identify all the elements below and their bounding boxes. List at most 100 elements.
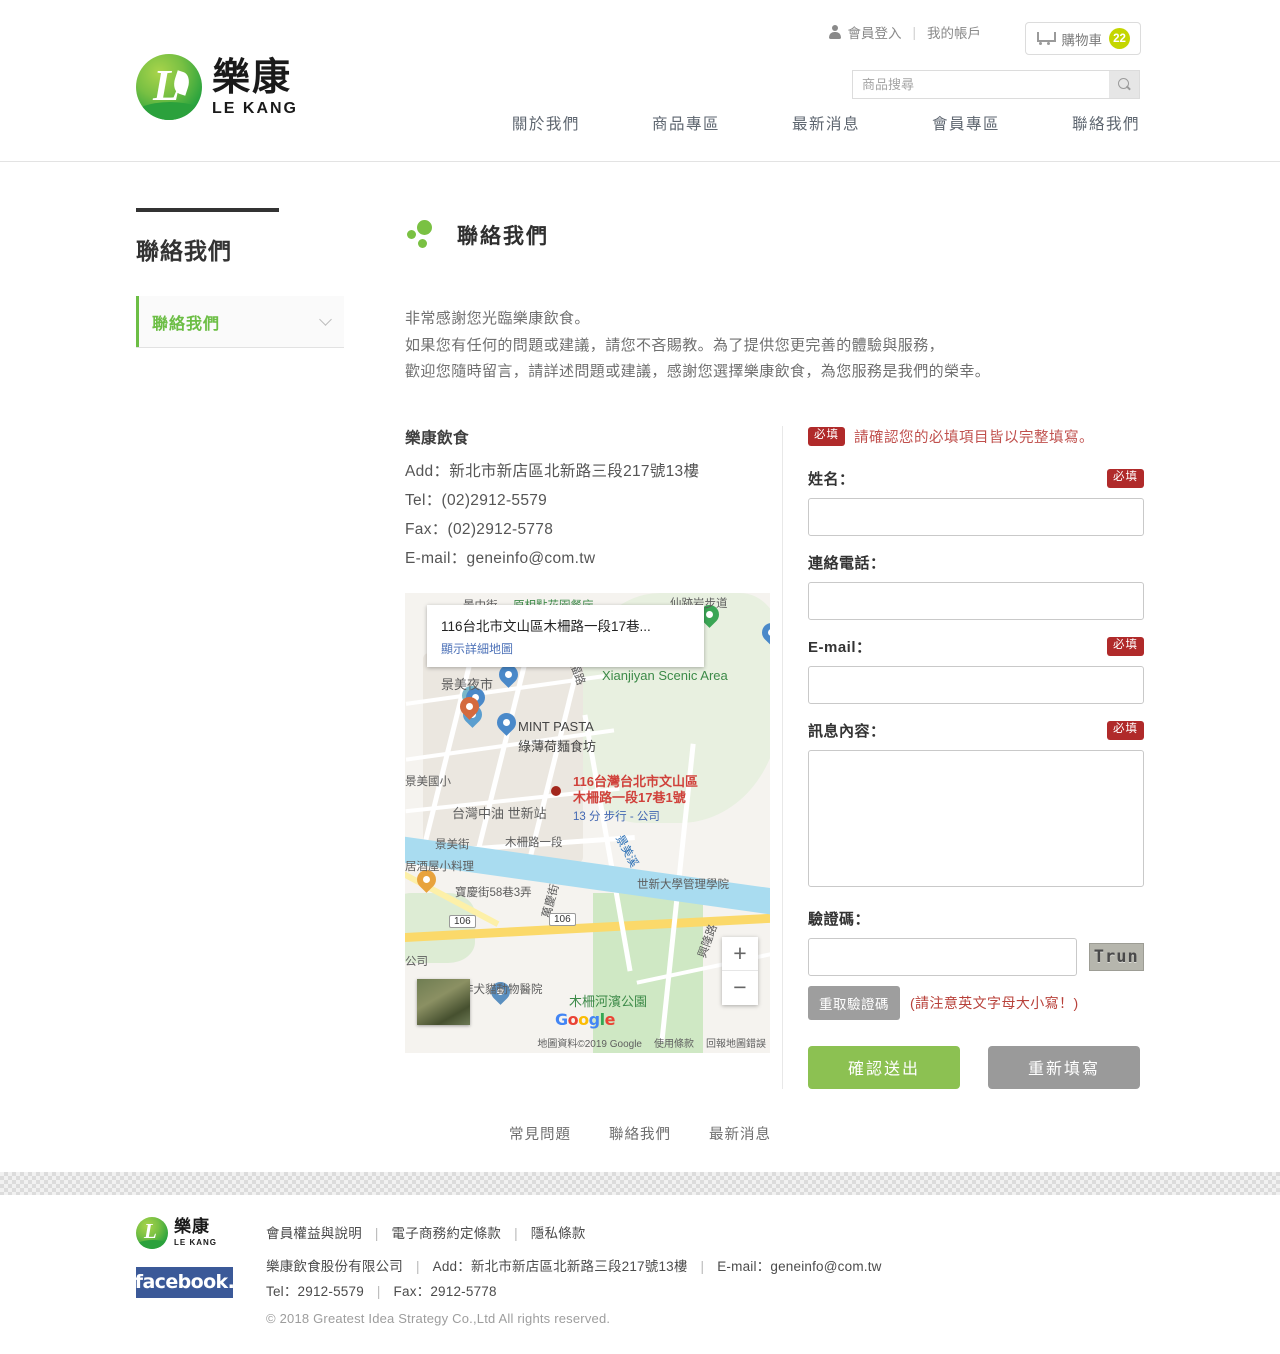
phone-input[interactable]	[808, 581, 1144, 620]
nav-item-contact[interactable]: 聯絡我們	[1072, 112, 1140, 134]
captcha-refresh-row: 重取驗證碼 (請注意英文字母大小寫！)	[808, 985, 1144, 1020]
required-badge: 必填	[808, 426, 845, 446]
company-name: 樂康飲食	[405, 429, 470, 447]
top-utility-links: 會員登入 | 我的帳戶	[828, 22, 981, 42]
captcha-input[interactable]	[808, 937, 1077, 976]
nav-item-member[interactable]: 會員專區	[932, 112, 1000, 134]
name-input[interactable]	[808, 497, 1144, 536]
company-address: Add：新北市新店區北新路三段217號13樓	[405, 462, 700, 480]
sidebar: 聯絡我們 聯絡我們	[136, 202, 344, 1089]
refresh-captcha-button[interactable]: 重取驗證碼	[808, 985, 900, 1020]
search-input[interactable]	[853, 71, 1109, 98]
map-show-detail-link[interactable]: 顯示詳細地圖	[441, 640, 692, 657]
footer-phone-row: Tel：2912-5579 | Fax：2912-5778	[266, 1279, 1144, 1304]
google-map[interactable]: 景中街 原相點花園餐庁 仙跡岩步道 Xianjiyan Scenic Area …	[405, 592, 770, 1053]
sublink-news[interactable]: 最新消息	[709, 1123, 771, 1144]
google-logo: Google	[555, 1009, 615, 1029]
footer-separator-2: |	[514, 1225, 518, 1241]
marker-walk-time: 13 分 步行 - 公司	[573, 810, 660, 823]
facebook-button[interactable]: facebook.	[135, 1266, 235, 1298]
map-zoom-in-button[interactable]: +	[722, 937, 758, 971]
person-icon	[828, 25, 841, 39]
main-content: 聯絡我們 非常感謝您光臨樂康飲食。 如果您有任何的問題或建議，請您不吝賜教。為了…	[344, 202, 1144, 1089]
captcha-hint: (請注意英文字母大小寫！)	[910, 994, 1079, 1011]
required-note-text: 請確認您的必填項目皆以完整填寫。	[854, 429, 1094, 446]
footer-company-name: 樂康飲食股份有限公司	[266, 1258, 403, 1274]
sidebar-rule	[136, 208, 279, 212]
form-buttons: 確認送出 重新填寫	[808, 1045, 1144, 1089]
site-logo[interactable]: L 樂康 LE KANG	[136, 54, 298, 120]
nav-item-products[interactable]: 商品專區	[652, 112, 720, 134]
footer-link-member-rights[interactable]: 會員權益與說明	[266, 1226, 362, 1241]
map-infobox[interactable]: 116台北市文山區木柵路一段17巷... 顯示詳細地圖	[427, 604, 704, 667]
footer-email: E-mail：geneinfo@com.tw	[717, 1258, 882, 1274]
footer-address: Add：新北市新店區北新路三段217號13樓	[432, 1258, 688, 1274]
footer-link-ecommerce-terms[interactable]: 電子商務約定條款	[392, 1226, 502, 1241]
intro-line-1: 非常感謝您光臨樂康飲食。	[405, 310, 590, 328]
required-badge-name: 必填	[1107, 469, 1144, 489]
company-info-column: 樂康飲食 Add：新北市新店區北新路三段217號13樓 Tel：(02)2912…	[405, 425, 783, 1089]
map-credits: 地圖資料©2019 Google 使用條款 回報地圖錯誤	[537, 1035, 766, 1050]
member-login-link[interactable]: 會員登入	[847, 22, 901, 42]
intro-text: 非常感謝您光臨樂康飲食。 如果您有任何的問題或建議，請您不吝賜教。為了提供您更完…	[405, 306, 1144, 386]
footer-logo-en: LE KANG	[174, 1237, 217, 1247]
company-tel: Tel：(02)2912-5579	[405, 491, 548, 509]
search-submit-button[interactable]	[1109, 71, 1139, 98]
main-navigation: 關於我們 商品專區 最新消息 會員專區 聯絡我們	[0, 112, 1280, 134]
footer-policy-links: 會員權益與說明 | 電子商務約定條款 | 隱私條款	[266, 1221, 1144, 1246]
top-links-separator: |	[912, 24, 916, 40]
dots-decoration-icon	[405, 218, 439, 252]
map-terms-link[interactable]: 使用條款	[654, 1035, 694, 1050]
required-badge-email: 必填	[1107, 637, 1144, 657]
sidebar-item-contact[interactable]: 聯絡我們	[136, 296, 344, 348]
footer-logo-cn: 樂康	[174, 1216, 210, 1237]
footer-link-privacy[interactable]: 隱私條款	[531, 1226, 586, 1241]
field-label-name: 姓名：	[808, 471, 855, 489]
sublink-faq[interactable]: 常見問題	[509, 1123, 571, 1144]
cart-button[interactable]: 購物車 22	[1024, 22, 1141, 55]
field-captcha: 驗證碼： Trun	[808, 909, 1144, 976]
email-input[interactable]	[808, 665, 1144, 704]
footer-company-row: 樂康飲食股份有限公司 | Add：新北市新店區北新路三段217號13樓 | E-…	[266, 1254, 1144, 1279]
footer-copyright: © 2018 Greatest Idea Strategy Co.,Ltd Al…	[266, 1310, 611, 1326]
nav-item-about[interactable]: 關於我們	[512, 112, 580, 134]
my-account-link[interactable]: 我的帳戶	[927, 22, 981, 42]
site-footer: L 樂康 LE KANG facebook. 會員權益與說明 | 電子商務約定條…	[0, 1194, 1280, 1354]
cart-label: 購物車	[1061, 32, 1103, 48]
footer-separator-4: |	[700, 1258, 705, 1274]
field-label-message: 訊息內容：	[808, 723, 886, 741]
captcha-image: Trun	[1088, 942, 1144, 971]
field-phone: 連絡電話：	[808, 553, 1144, 620]
nav-item-news[interactable]: 最新消息	[792, 112, 860, 134]
submit-button[interactable]: 確認送出	[808, 1045, 960, 1089]
field-email: E-mail： 必填	[808, 637, 1144, 704]
contact-form: 必填 請確認您的必填項目皆以完整填寫。 姓名： 必填 連絡電話： E-mail：…	[783, 426, 1144, 1089]
sidebar-item-label: 聯絡我們	[152, 315, 221, 333]
required-badge-message: 必填	[1107, 721, 1144, 741]
page-body: 聯絡我們 聯絡我們 聯絡我們 非常感謝您光臨樂康飲食。 如果您有任何的問題或建議…	[0, 162, 1280, 1089]
map-satellite-thumbnail[interactable]	[417, 978, 470, 1025]
sublink-contact[interactable]: 聯絡我們	[609, 1123, 671, 1144]
map-report-link[interactable]: 回報地圖錯誤	[706, 1035, 766, 1050]
intro-line-2: 如果您有任何的問題或建議，請您不吝賜教。為了提供您更完善的體驗與服務，	[405, 336, 945, 354]
shopping-cart-icon	[1036, 31, 1056, 46]
field-message: 訊息內容： 必填	[808, 721, 1144, 892]
logo-text-cn: 樂康	[212, 53, 293, 99]
footer-separator-3: |	[415, 1258, 420, 1274]
search-bar	[852, 70, 1140, 99]
intro-line-3: 歡迎您隨時留言，請詳述問題或建議，感謝您選擇樂康飲食，為您服務是我們的榮幸。	[405, 363, 991, 381]
content-header: 聯絡我們	[405, 206, 1144, 264]
cart-count-badge: 22	[1109, 28, 1130, 49]
decorative-stripe-divider	[0, 1171, 1280, 1195]
page-title: 聯絡我們	[457, 225, 549, 249]
required-note: 必填 請確認您的必填項目皆以完整填寫。	[808, 426, 1144, 447]
message-textarea[interactable]	[808, 749, 1144, 887]
chevron-down-icon	[319, 312, 332, 326]
footer-logo[interactable]: L 樂康 LE KANG	[136, 1216, 254, 1249]
map-zoom-out-button[interactable]: −	[722, 971, 758, 1005]
map-infobox-address: 116台北市文山區木柵路一段17巷...	[441, 618, 651, 634]
field-label-phone: 連絡電話：	[808, 555, 886, 573]
map-credit-data: 地圖資料©2019 Google	[537, 1038, 642, 1050]
secondary-links: 常見問題 聯絡我們 最新消息	[0, 1089, 1280, 1172]
reset-button[interactable]: 重新填寫	[988, 1045, 1140, 1089]
